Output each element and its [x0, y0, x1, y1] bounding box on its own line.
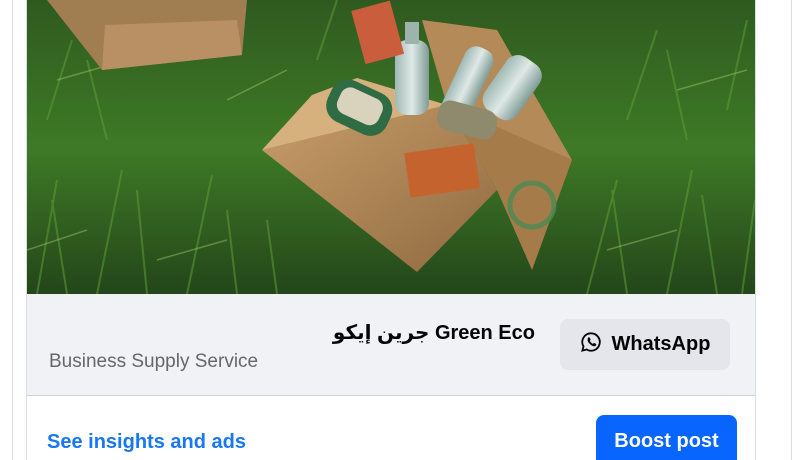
page-name[interactable]: جرين إيكو Green Eco — [333, 320, 535, 345]
post-action-bar: See insights and ads Boost post — [27, 396, 755, 460]
whatsapp-button-label: WhatsApp — [611, 333, 711, 355]
post-card: جرين إيكو Green Eco Business Supply Serv… — [26, 0, 756, 460]
whatsapp-button[interactable]: WhatsApp — [560, 319, 730, 370]
right-panel-edge — [791, 0, 792, 460]
page-category: Business Supply Service — [49, 351, 259, 372]
post-photo[interactable] — [27, 0, 755, 294]
recycling-box-photo — [27, 0, 755, 294]
boost-post-button[interactable]: Boost post — [596, 415, 737, 460]
whatsapp-icon — [580, 331, 602, 358]
left-panel-edge — [0, 0, 13, 460]
link-preview[interactable]: جرين إيكو Green Eco Business Supply Serv… — [27, 294, 755, 396]
see-insights-link[interactable]: See insights and ads — [47, 431, 246, 454]
